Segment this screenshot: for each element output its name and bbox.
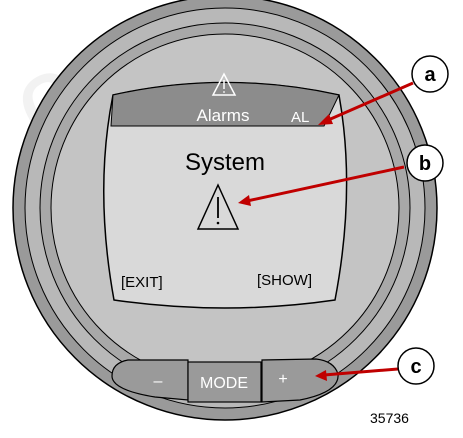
- alarm-indicator: AL: [291, 109, 309, 126]
- figure-number: 35736: [370, 410, 409, 426]
- exit-softkey[interactable]: [EXIT]: [121, 274, 163, 291]
- alarms-title: Alarms: [197, 106, 250, 125]
- system-message: System: [185, 149, 265, 176]
- callout-b-letter: b: [419, 153, 431, 175]
- show-softkey[interactable]: [SHOW]: [257, 272, 312, 289]
- minus-button-label: –: [154, 373, 163, 390]
- mode-button-label: MODE: [200, 375, 248, 392]
- gauge-diagram: co Alarms AL System [EXIT] [SHOW] –: [0, 0, 449, 426]
- lcd-screen: Alarms AL System [EXIT] [SHOW]: [103, 72, 348, 309]
- callout-c-letter: c: [410, 356, 421, 378]
- plus-button-label: +: [278, 371, 287, 388]
- mode-button[interactable]: MODE: [187, 361, 262, 403]
- callout-a-letter: a: [424, 64, 436, 86]
